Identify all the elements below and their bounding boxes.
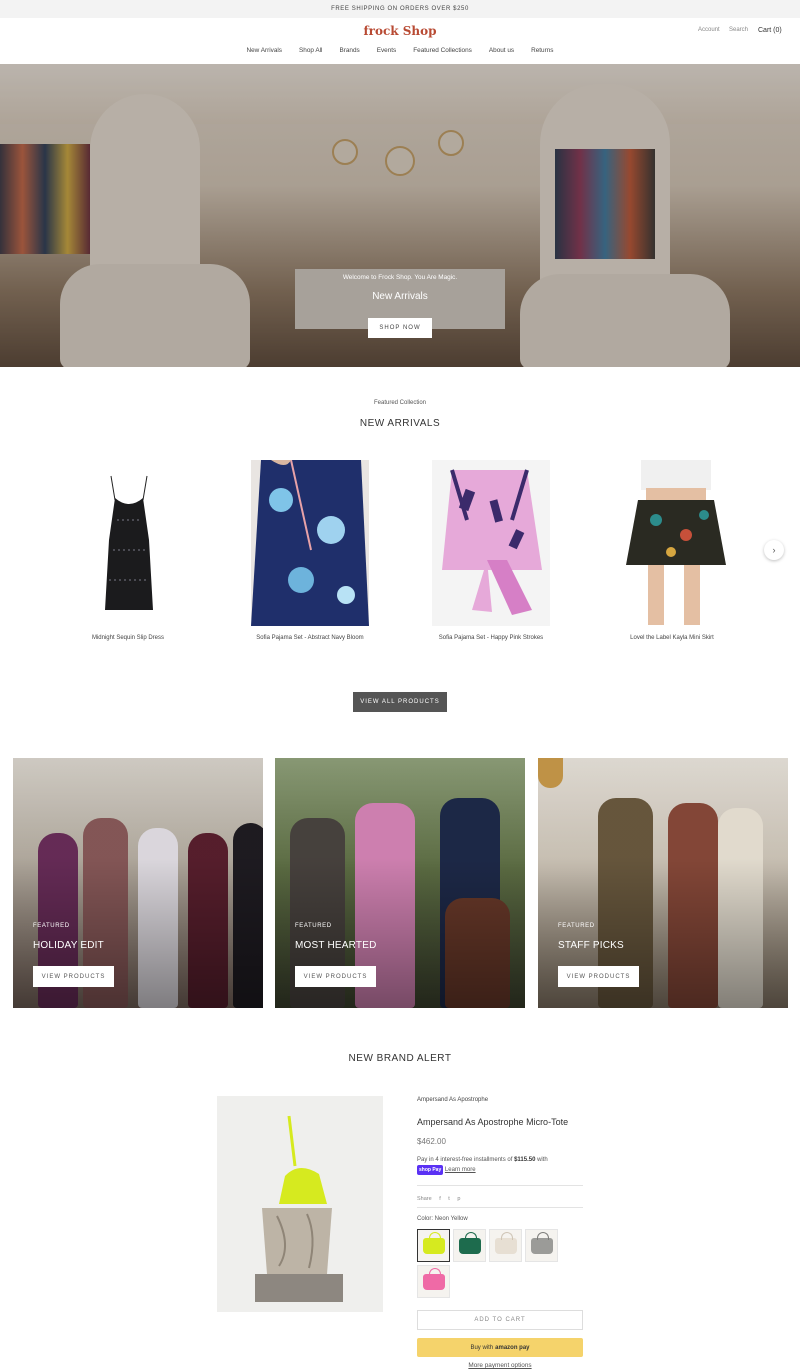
installments-suffix: with	[537, 1157, 548, 1163]
card-kicker: FEATURED	[558, 923, 595, 929]
swatch-grey[interactable]	[525, 1229, 558, 1262]
cart-link[interactable]: Cart (0)	[758, 27, 782, 34]
divider	[417, 1207, 583, 1208]
featured-title: NEW ARRIVALS	[359, 418, 441, 429]
collection-card-holiday-edit[interactable]: FEATURED HOLIDAY EDIT VIEW PRODUCTS	[13, 758, 263, 1008]
account-link[interactable]: Account	[698, 27, 720, 33]
announcement-text: FREE SHIPPING ON ORDERS OVER $250	[331, 6, 469, 12]
amazon-pay-prefix: Buy with	[470, 1344, 494, 1351]
brand-alert-title: NEW BRAND ALERT	[348, 1053, 452, 1064]
main-nav: New Arrivals Shop All Brands Events Feat…	[0, 47, 800, 54]
learn-more-link[interactable]: Learn more	[445, 1167, 476, 1173]
amazon-pay-button[interactable]: Buy with amazon pay	[417, 1338, 583, 1357]
bag-icon	[458, 1231, 481, 1254]
view-all-products-button[interactable]: VIEW ALL PRODUCTS	[353, 692, 447, 712]
site-header: frock Shop Account Search Cart (0) New A…	[0, 18, 800, 64]
share-label: Share	[417, 1196, 432, 1202]
nav-shop-all[interactable]: Shop All	[291, 47, 331, 54]
nav-about-us[interactable]: About us	[480, 47, 522, 54]
pinterest-icon[interactable]: p	[457, 1196, 460, 1202]
installments-prefix: Pay in 4 interest-free installments of	[417, 1157, 513, 1163]
collection-card-staff-picks[interactable]: FEATURED STAFF PICKS VIEW PRODUCTS	[538, 758, 788, 1008]
bag-icon	[422, 1231, 445, 1254]
twitter-icon[interactable]: t	[448, 1196, 450, 1202]
product-price: $462.00	[417, 1137, 446, 1146]
logo[interactable]: frock Shop	[0, 24, 800, 38]
divider	[417, 1185, 583, 1186]
installments-text: Pay in 4 interest-free installments of $…	[417, 1155, 587, 1175]
card-kicker: FEATURED	[295, 923, 332, 929]
swatch-cream[interactable]	[489, 1229, 522, 1262]
card-title: STAFF PICKS	[558, 940, 624, 951]
product-name[interactable]: Sofia Pajama Set - Happy Pink Strokes	[401, 635, 581, 641]
bag-icon	[530, 1231, 553, 1254]
product-image[interactable]	[251, 459, 369, 626]
product-image[interactable]	[69, 460, 187, 626]
shop-pay-logo: shop Pay	[417, 1165, 444, 1175]
announcement-bar: FREE SHIPPING ON ORDERS OVER $250	[0, 0, 800, 18]
installment-amount: $115.50	[514, 1157, 536, 1163]
carousel-next-button[interactable]: ›	[764, 540, 784, 560]
swatch-pink[interactable]	[417, 1265, 450, 1298]
product-title: Ampersand As Apostrophe Micro-Tote	[417, 1117, 569, 1127]
view-products-button[interactable]: VIEW PRODUCTS	[558, 966, 639, 987]
search-link[interactable]: Search	[729, 27, 748, 33]
share-row: Share f t p	[417, 1196, 460, 1202]
product-name[interactable]: Sofia Pajama Set - Abstract Navy Bloom	[220, 635, 400, 641]
product-image[interactable]	[432, 460, 550, 626]
mini-skirt-image	[626, 460, 726, 625]
view-products-button[interactable]: VIEW PRODUCTS	[33, 966, 114, 987]
card-title: HOLIDAY EDIT	[33, 940, 104, 951]
product-card[interactable]	[69, 460, 187, 626]
product-name[interactable]: Lovel the Label Kayla Mini Skirt	[582, 635, 762, 641]
nav-brands[interactable]: Brands	[331, 47, 368, 54]
swatch-green[interactable]	[453, 1229, 486, 1262]
card-kicker: FEATURED	[33, 923, 70, 929]
card-title: MOST HEARTED	[295, 940, 377, 951]
chevron-right-icon: ›	[772, 545, 776, 555]
bag-icon	[494, 1231, 517, 1254]
nav-returns[interactable]: Returns	[523, 47, 562, 54]
color-label: Color: Neon Yellow	[417, 1216, 468, 1222]
product-name[interactable]: Midnight Sequin Slip Dress	[38, 635, 218, 641]
product-image[interactable]	[616, 460, 734, 626]
nav-new-arrivals[interactable]: New Arrivals	[238, 47, 291, 54]
swatch-neon-yellow[interactable]	[417, 1229, 450, 1262]
facebook-icon[interactable]: f	[439, 1196, 441, 1202]
nav-events[interactable]: Events	[368, 47, 405, 54]
product-card[interactable]	[616, 460, 734, 626]
add-to-cart-button[interactable]: ADD TO CART	[417, 1310, 583, 1330]
view-products-button[interactable]: VIEW PRODUCTS	[295, 966, 376, 987]
product-card[interactable]	[432, 460, 550, 626]
bag-icon	[422, 1267, 445, 1290]
pink-pajama-image	[442, 469, 542, 615]
featured-product-image[interactable]	[217, 1096, 383, 1312]
micro-tote-image	[217, 1096, 383, 1312]
shop-now-button[interactable]: SHOP NOW	[368, 318, 432, 338]
navy-pajama-image	[251, 459, 369, 626]
product-vendor[interactable]: Ampersand As Apostrophe	[417, 1097, 488, 1103]
more-payment-options-link[interactable]: More payment options	[417, 1362, 583, 1369]
hero-kicker: Welcome to Frock Shop. You Are Magic.	[342, 274, 458, 281]
amazon-pay-logo: amazon pay	[495, 1344, 530, 1351]
product-card[interactable]	[251, 459, 369, 626]
collection-card-most-hearted[interactable]: FEATURED MOST HEARTED VIEW PRODUCTS	[275, 758, 525, 1008]
featured-kicker: Featured Collection	[373, 400, 427, 406]
sequin-dress-image	[105, 475, 153, 610]
nav-featured-collections[interactable]: Featured Collections	[405, 47, 481, 54]
hero-title: New Arrivals	[372, 291, 428, 302]
